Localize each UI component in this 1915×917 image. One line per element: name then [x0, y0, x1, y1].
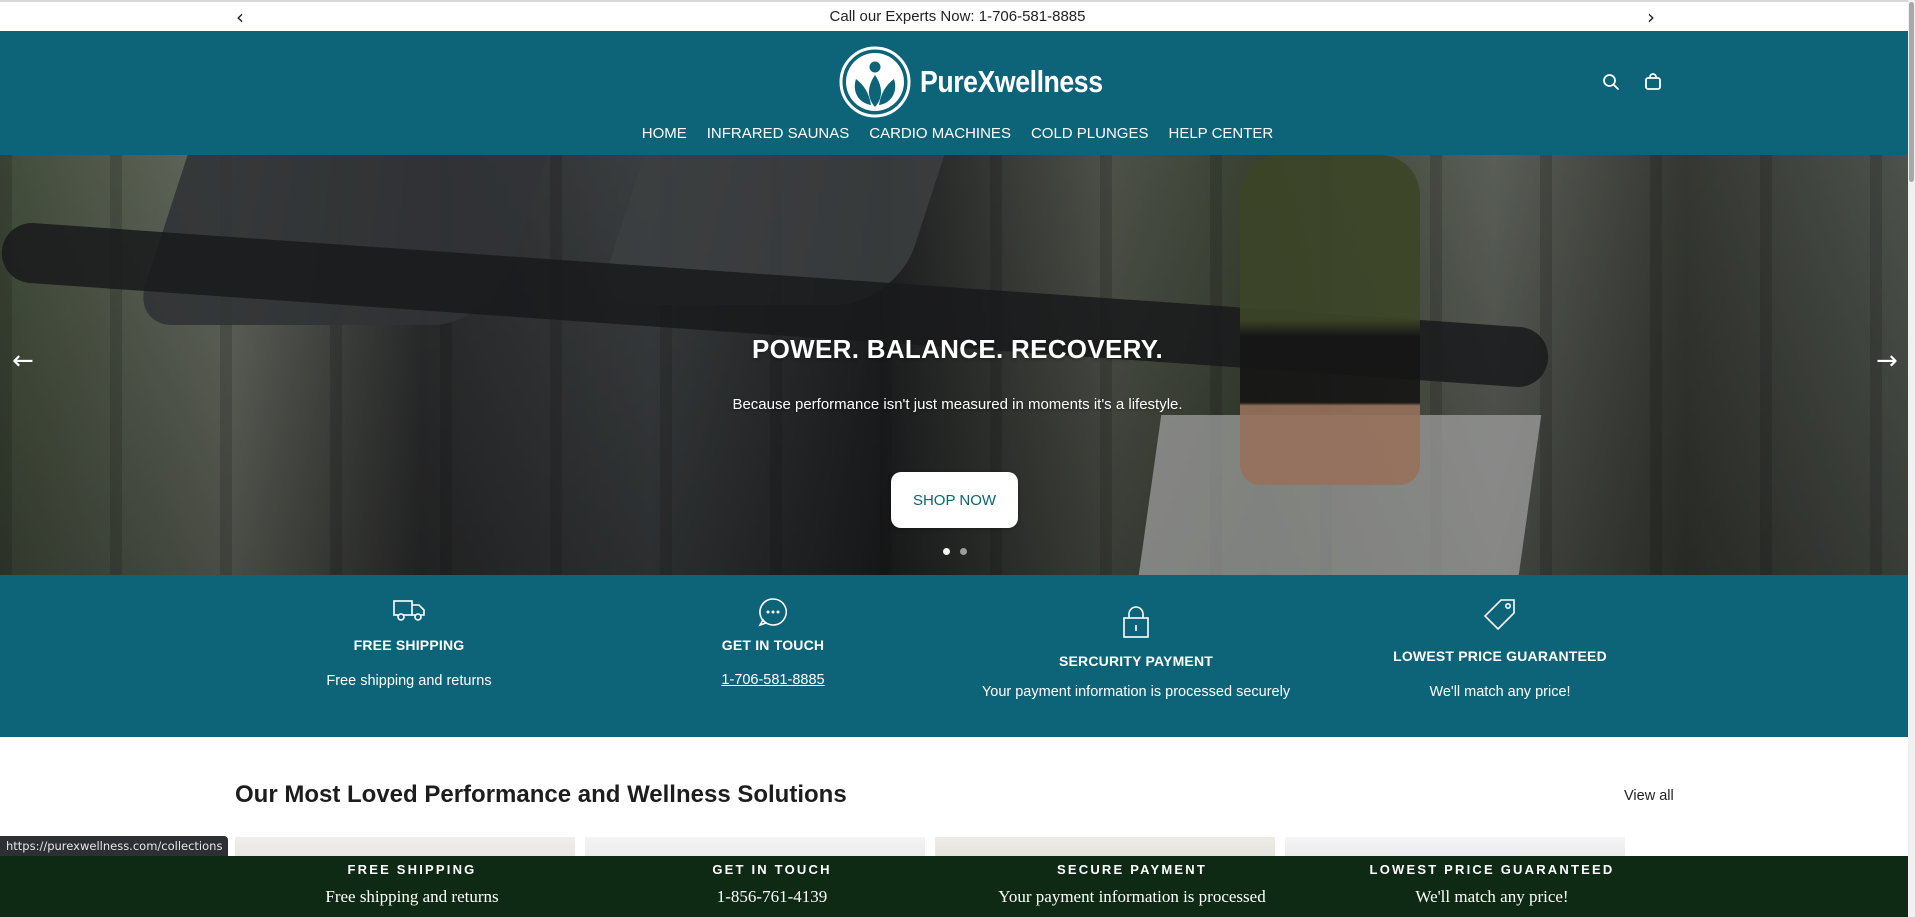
leaf-person-logo [839, 46, 911, 118]
product-card[interactable] [935, 837, 1275, 857]
hero-subtitle: Because performance isn't just measured … [732, 396, 1183, 413]
nav-item-cold-plunges[interactable]: COLD PLUNGES [1031, 125, 1149, 142]
nav-item-infrared-saunas[interactable]: INFRARED SAUNAS [707, 125, 850, 142]
feature-description: Your payment information is processed se… [981, 684, 1291, 700]
announcement-bar: ‹ Call our Experts Now: 1-706-581-8885 › [0, 0, 1915, 31]
lock-icon [1123, 606, 1149, 638]
price-tag-icon [1483, 599, 1515, 631]
feature-description: We'll match any price! [1429, 684, 1571, 700]
phone-link[interactable]: 1-706-581-8885 [721, 672, 824, 688]
collection-title: Our Most Loved Performance and Wellness … [235, 781, 847, 808]
view-all-link[interactable]: View all [1624, 788, 1674, 804]
hero-banner: ← → POWER. BALANCE. RECOVERY. Because pe… [0, 155, 1915, 575]
chevron-left-icon[interactable]: ‹ [236, 5, 244, 29]
main-nav: HOME INFRARED SAUNAS CARDIO MACHINES COL… [0, 125, 1915, 142]
product-card[interactable] [585, 837, 925, 857]
product-card[interactable] [235, 837, 575, 857]
sticky-benefits-bar: FREE SHIPPING Free shipping and returns … [0, 856, 1910, 917]
site-header: PureXwellness HOME INFRARED SAUNAS CARDI… [0, 31, 1915, 155]
shopping-bag-icon[interactable] [1644, 73, 1662, 96]
sticky-item-description: Free shipping and returns [325, 887, 499, 906]
features-band: FREE SHIPPING Free shipping and returns … [0, 575, 1910, 737]
sticky-item-title: LOWEST PRICE GUARANTEED [1369, 862, 1615, 877]
brand-name: PureXwellness [920, 64, 1103, 99]
sticky-item-title: FREE SHIPPING [347, 862, 477, 877]
sticky-item-secure-payment: SECURE PAYMENT Your payment information … [952, 856, 1312, 907]
truck-icon [393, 600, 425, 621]
feature-title: GET IN TOUCH [721, 637, 825, 653]
nav-item-help-center[interactable]: HELP CENTER [1169, 125, 1274, 142]
page-scrollbar[interactable] [1908, 0, 1915, 917]
chat-bubble-icon [758, 598, 788, 627]
sticky-item-title: SECURE PAYMENT [1057, 862, 1207, 877]
status-url-tooltip: https://purexwellness.com/collections [0, 836, 229, 856]
sticky-item-description: We'll match any price! [1415, 887, 1569, 906]
nav-item-cardio-machines[interactable]: CARDIO MACHINES [869, 125, 1011, 142]
slide-dot-1[interactable] [943, 548, 950, 555]
nav-item-home[interactable]: HOME [642, 125, 687, 142]
shop-now-button[interactable]: SHOP NOW [891, 472, 1018, 528]
sticky-item-get-in-touch: GET IN TOUCH 1-856-761-4139 [592, 856, 952, 907]
feature-description: Free shipping and returns [326, 673, 492, 689]
search-icon[interactable] [1602, 73, 1620, 96]
sticky-item-description: Your payment information is processed [998, 887, 1266, 906]
brand-logo[interactable]: PureXwellness [838, 45, 1132, 119]
sticky-item-title: GET IN TOUCH [712, 862, 832, 877]
sticky-item-free-shipping: FREE SHIPPING Free shipping and returns [232, 856, 592, 907]
feature-security-payment: SERCURITY PAYMENT Your payment informati… [956, 605, 1316, 700]
slide-indicators [943, 548, 967, 555]
product-card[interactable] [1285, 837, 1625, 857]
feature-title: FREE SHIPPING [353, 637, 465, 653]
feature-lowest-price: LOWEST PRICE GUARANTEED We'll match any … [1320, 597, 1680, 700]
feature-get-in-touch: GET IN TOUCH 1-706-581-8885 [593, 597, 953, 688]
slide-dot-2[interactable] [960, 548, 967, 555]
chevron-right-icon[interactable]: › [1647, 5, 1655, 29]
sticky-item-description: 1-856-761-4139 [716, 887, 828, 906]
scrollbar-thumb[interactable] [1909, 2, 1914, 182]
hero-title: POWER. BALANCE. RECOVERY. [751, 334, 1164, 364]
feature-title: LOWEST PRICE GUARANTEED [1393, 648, 1607, 664]
feature-free-shipping: FREE SHIPPING Free shipping and returns [229, 597, 589, 689]
announcement-text: Call our Experts Now: 1-706-581-8885 [829, 8, 1086, 25]
sticky-item-lowest-price: LOWEST PRICE GUARANTEED We'll match any … [1312, 856, 1672, 907]
feature-title: SERCURITY PAYMENT [1058, 653, 1214, 669]
